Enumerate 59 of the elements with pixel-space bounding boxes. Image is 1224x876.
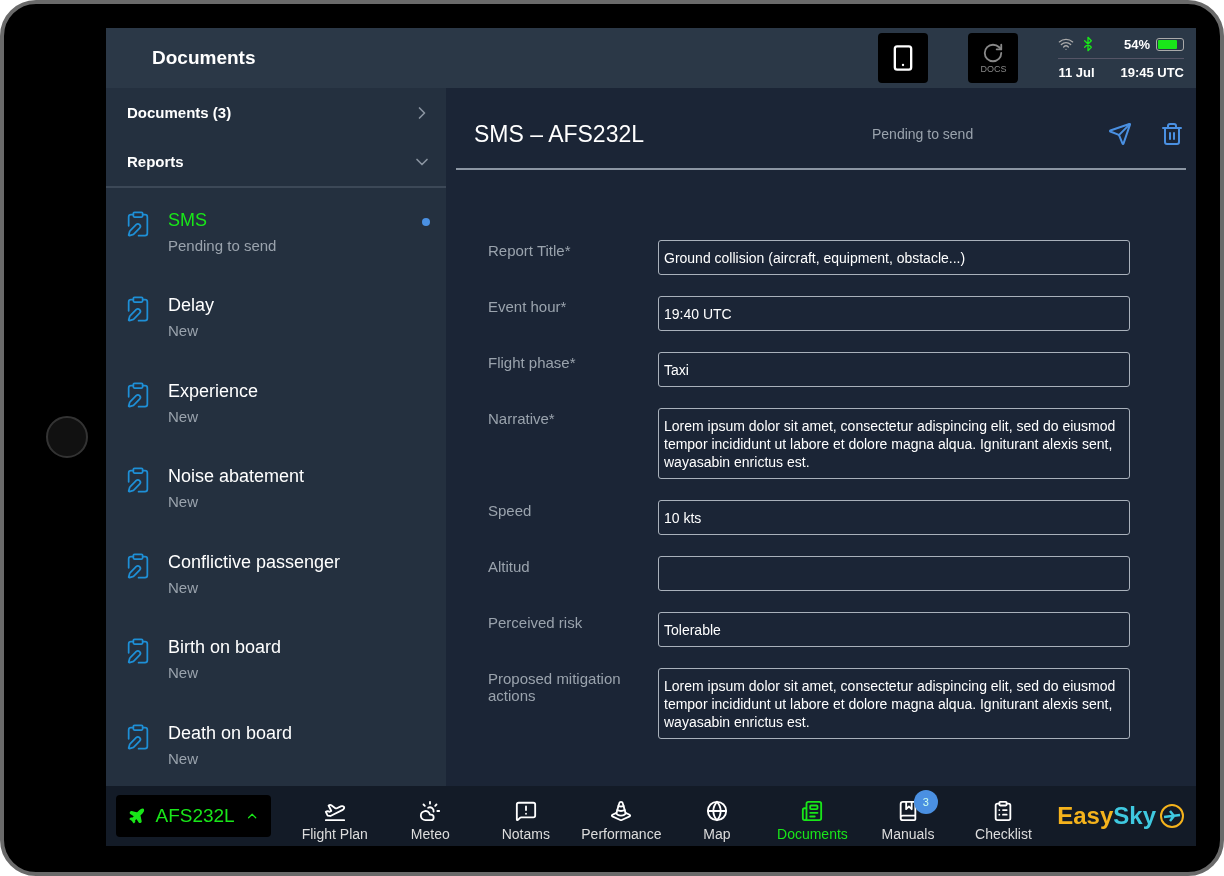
- report-state: Pending to send: [872, 126, 975, 142]
- field-label: Proposed mitigation actions: [488, 669, 622, 704]
- report-title: Experience: [168, 380, 260, 402]
- nav-tab[interactable]: Manuals 3: [860, 790, 956, 842]
- field-label: Report Title*: [488, 241, 572, 259]
- battery-icon: [1156, 37, 1184, 51]
- flight-selector[interactable]: AFS232L: [116, 795, 271, 837]
- wifi-icon: [1058, 36, 1075, 52]
- documents-icon: [801, 800, 824, 822]
- report-status: New: [168, 407, 199, 425]
- report-title: Noise abatement: [168, 466, 306, 488]
- battery-percentage: 54%: [1123, 36, 1150, 52]
- send-button[interactable]: [1106, 120, 1134, 148]
- report-title: Death on board: [168, 722, 294, 744]
- count-badge: 3: [913, 790, 938, 814]
- report-heading: SMS – AFS232L: [474, 120, 646, 148]
- time-text: 19:45 UTC: [1120, 65, 1184, 80]
- report-status: New: [168, 749, 199, 767]
- report-status: New: [168, 493, 199, 511]
- report-title: SMS: [168, 209, 208, 231]
- cloud-sun-icon: [419, 800, 442, 822]
- field-label: Narrative*: [488, 409, 556, 427]
- field-label: Perceived risk: [488, 613, 584, 631]
- field-label: Speed: [488, 501, 533, 519]
- input-field[interactable]: Tolerable: [658, 612, 1130, 647]
- sync-devices-button[interactable]: [878, 33, 929, 83]
- text-area[interactable]: Lorem ipsum dolor sit amet, consectetur adispincing elit, sed do eiusmod tempor incididunt ut labore et dolore magna alqua. Igniturant alexis sent, wayasabin enrictus est.: [658, 408, 1130, 479]
- nav-tab[interactable]: Documents: [764, 790, 861, 842]
- refresh-icon: [982, 42, 1005, 64]
- docs-refresh-button[interactable]: DOCS: [968, 33, 1019, 83]
- nav-tab[interactable]: Performance: [573, 790, 670, 842]
- input-field[interactable]: Taxi: [658, 352, 1130, 387]
- logo-plane-icon: [1158, 802, 1186, 830]
- report-status: New: [168, 664, 199, 682]
- input-field[interactable]: Ground collision (aircraft, equipment, obstacle...): [658, 240, 1130, 275]
- report-status: New: [168, 578, 199, 596]
- nav-tab[interactable]: Notams: [478, 790, 574, 842]
- report-status: New: [168, 322, 199, 340]
- field-label: Flight phase*: [488, 353, 577, 371]
- field-label: Altitud: [488, 557, 531, 575]
- input-field[interactable]: [658, 556, 1130, 591]
- input-field[interactable]: 19:40 UTC: [658, 296, 1130, 331]
- page-title: Documents: [152, 47, 257, 69]
- report-status: Pending to send: [168, 236, 278, 254]
- text-area[interactable]: Lorem ipsum dolor sit amet, consectetur adispincing elit, sed do eiusmod tempor incididunt ut labore et dolore magna alqua. Igniturant alexis sent, wayasabin enrictus est.: [658, 668, 1130, 739]
- field-label: Event hour*: [488, 297, 568, 315]
- report-title: Birth on board: [168, 637, 283, 659]
- report-title: Conflictive passenger: [168, 551, 342, 573]
- report-title: Delay: [168, 295, 216, 317]
- nav-tab[interactable]: Checklist: [955, 790, 1052, 842]
- nav-tab[interactable]: Map: [669, 790, 765, 842]
- nav-tab[interactable]: Flight Plan: [287, 790, 383, 842]
- globe-icon: [705, 800, 728, 822]
- nav-tab[interactable]: Meteo: [382, 790, 479, 842]
- logo-wordmark: EasySky: [1057, 802, 1156, 830]
- date-text: 11 Jul: [1058, 65, 1096, 80]
- sidebar-section[interactable]: Documents (3): [106, 88, 446, 138]
- warning-icon: [514, 800, 537, 822]
- input-field[interactable]: 10 kts: [658, 500, 1130, 535]
